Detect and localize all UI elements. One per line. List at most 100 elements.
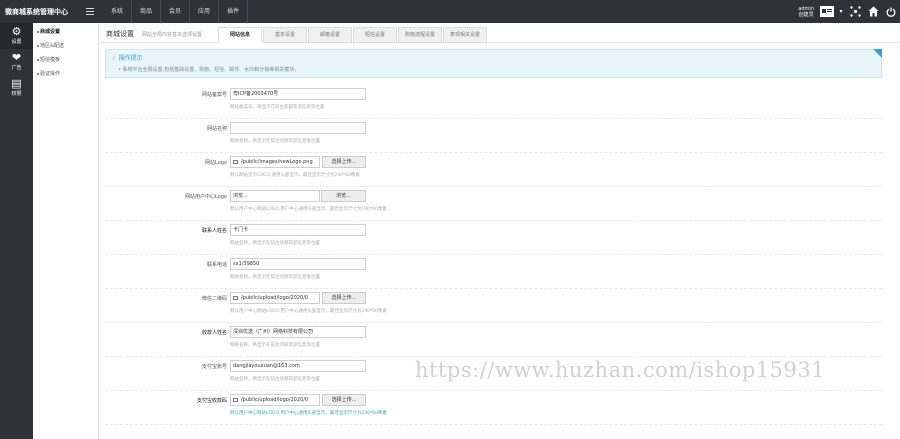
icp-input[interactable]: 粤ICP备2003470号 <box>230 88 366 100</box>
tip-text: • 系统平台全局设置,包括基础设置、购物、短信、邮件、水印和分销等相关模块。 <box>118 67 300 73</box>
field-help: 网站名称，将显示在前台顶部欢迎信息等位置 <box>230 275 320 280</box>
site-logo-path-input[interactable]: /public/images/newLogo.png <box>230 156 320 168</box>
sub-sidebar: 商城设置 地区&配送 短信模板 验证操作 <box>33 23 99 439</box>
field-label: 联系电话 <box>206 262 227 268</box>
sidebar-item-label: 广告 <box>11 65 22 71</box>
nav-item-member[interactable]: 会员 <box>161 0 191 23</box>
upload-wechat-qr-button[interactable]: 选择上传... <box>322 292 366 304</box>
alipay-qr-path-input[interactable]: /public/upload/logo/2020/0 <box>230 394 320 406</box>
sitemap-icon[interactable] <box>846 0 864 23</box>
file-path: /public/upload/logo/2020/0 <box>241 295 309 301</box>
wechat-qr-path-input[interactable]: /public/upload/logo/2020/0 <box>230 292 320 304</box>
field-label: 网站备案号 <box>201 92 227 98</box>
home-icon[interactable] <box>864 0 882 23</box>
tabs-bar: 商城设置 网站全局内容基本选项设置 网站信息 基本设置 邮箱设置 短信设置 购物… <box>99 23 900 43</box>
nav-item-goods[interactable]: 商品 <box>132 0 162 23</box>
tip-heading: ☝ 操作提示 <box>112 53 143 62</box>
sidebar-item-permissions[interactable]: ▤ 权限 <box>0 75 33 101</box>
monitor-icon: ▤ <box>11 77 22 90</box>
file-path: 浏览... <box>233 193 248 199</box>
subnav-label: 地区&配送 <box>40 43 64 49</box>
subnav-item-verify[interactable]: 验证操作 <box>33 67 98 81</box>
tab-site-info[interactable]: 网站信息 <box>218 27 262 43</box>
sidebar-item-label: 权限 <box>11 91 22 97</box>
tab-email-settings[interactable]: 邮箱设置 <box>308 27 352 43</box>
file-path: /public/upload/logo/2020/0 <box>241 397 309 403</box>
avatar-icon[interactable] <box>818 0 836 23</box>
user-info[interactable]: admin 创建员 <box>798 6 814 18</box>
user-role: 创建员 <box>798 11 814 18</box>
top-nav: 系统 商品 会员 应用 插件 <box>103 0 249 23</box>
collapse-corner-icon[interactable] <box>873 49 882 58</box>
field-help: 默认网站首页LOGO,通用头部显示，最佳显示尺寸为240*60像素 <box>230 173 360 178</box>
tip-title: 操作提示 <box>118 55 143 62</box>
form-row-contact-name: 联系人姓名 卡门卡 网站名称，将显示在前台顶部欢迎信息等位置 <box>105 221 882 255</box>
tab-sms-settings[interactable]: 短信设置 <box>353 27 397 43</box>
form-row-phone: 联系电话 sx1/39850 网站名称，将显示在前台顶部欢迎信息等位置 <box>105 255 882 289</box>
heart-icon: ❤ <box>11 51 22 64</box>
field-help: 网站名称，将显示在前台顶部欢迎信息等位置 <box>230 377 320 382</box>
subnav-item-sms-templates[interactable]: 短信模板 <box>33 53 98 67</box>
subnav-label: 验证操作 <box>40 71 61 77</box>
field-help: 默认用户中心网站LOGO,用户中心通用头部显示，最佳显示尺寸为240*60像素 <box>230 411 387 416</box>
site-name-input[interactable] <box>230 122 366 134</box>
sidebar-item-settings[interactable]: ⚙ 设置 <box>0 23 33 49</box>
watermark: https://www.huzhan.com/ishop15931 <box>415 358 826 382</box>
tip-box: ☝ 操作提示 • 系统平台全局设置,包括基础设置、购物、短信、邮件、水印和分销等相… <box>105 49 882 78</box>
field-label: 联系人姓名 <box>201 228 227 234</box>
field-help: 网站备案号，将显示在前台底部欢迎信息等位置 <box>230 105 325 110</box>
top-right-tools: admin 创建员 ▾ <box>798 0 900 23</box>
form-row-payee-name: 收款人姓名 深圳优选（广州）网络科技有限公司 网站名称，将显示在前台顶部欢迎信息… <box>105 323 882 357</box>
file-path: /public/images/newLogo.png <box>241 159 313 165</box>
contact-name-input[interactable]: 卡门卡 <box>230 224 366 236</box>
top-bar: 微商城系统管理中心 系统 商品 会员 应用 插件 admin 创建员 ▾ <box>0 0 900 23</box>
image-icon <box>233 159 238 164</box>
payee-name-input[interactable]: 深圳优选（广州）网络科技有限公司 <box>230 326 366 338</box>
chevron-down-icon[interactable]: ▾ <box>836 0 846 23</box>
field-label: 收款人姓名 <box>201 330 227 336</box>
field-label: 微信二维码 <box>201 296 227 302</box>
upload-logo-button[interactable]: 选择上传... <box>322 156 366 168</box>
upload-alipay-qr-button[interactable]: 选择上传... <box>322 394 366 406</box>
subnav-label: 商城设置 <box>40 29 61 35</box>
nav-item-apps[interactable]: 应用 <box>190 0 220 23</box>
image-icon <box>233 397 238 402</box>
browse-button[interactable]: 浏览... <box>321 190 366 202</box>
field-help: 默认用户中心网站LOGO,用户中心通用头部显示，最佳显示尺寸为240*60像素 <box>230 309 387 314</box>
image-icon <box>233 295 238 300</box>
form-row-wechat-qr: 微信二维码 /public/upload/logo/2020/0 选择上传...… <box>105 289 882 323</box>
form-row-user-center-logo: 网站用户中心Logo 浏览... 浏览... 默认用户中心网站LOGO,用户中心… <box>105 187 882 221</box>
form-row-site-logo: 网站Logo /public/images/newLogo.png 选择上传..… <box>105 153 882 187</box>
form-row-icp: 网站备案号 粤ICP备2003470号 网站备案号，将显示在前台底部欢迎信息等位… <box>105 85 882 119</box>
field-label: 网站Logo <box>205 160 227 166</box>
tabs: 网站信息 基本设置 邮箱设置 短信设置 购物流程设置 表现相关设置 <box>218 27 488 43</box>
tab-checkout-settings[interactable]: 购物流程设置 <box>398 27 442 43</box>
form-row-site-name: 网站名称 网站名称，将显示在前台顶部欢迎信息等位置 <box>105 119 882 153</box>
page-title: 商城设置 <box>106 30 134 38</box>
field-label: 网站用户中心Logo <box>185 194 227 200</box>
power-icon[interactable] <box>882 0 900 23</box>
field-help: 默认用户中心网站LOGO,用户中心通用头部显示，最佳显示尺寸为180*60像素 <box>230 207 387 212</box>
nav-item-system[interactable]: 系统 <box>103 0 133 23</box>
form-row-alipay-qr: 支付宝收款码 /public/upload/logo/2020/0 选择上传..… <box>105 391 882 425</box>
sidebar-item-ads[interactable]: ❤ 广告 <box>0 49 33 75</box>
subnav-item-region-shipping[interactable]: 地区&配送 <box>33 39 98 53</box>
user-name: admin <box>798 5 814 12</box>
subnav-item-mall-settings[interactable]: 商城设置 <box>33 25 98 39</box>
subnav-label: 短信模板 <box>40 57 61 63</box>
alipay-account-input[interactable]: dangjiayouxuan@163.com <box>230 360 366 372</box>
pointer-icon: ☝ <box>112 55 116 62</box>
field-help: 网站名称，将显示在前台顶部欢迎信息等位置 <box>230 139 320 144</box>
sidebar-item-label: 设置 <box>11 39 22 45</box>
page-subtitle: 网站全局内容基本选项设置 <box>142 32 203 38</box>
field-label: 支付宝账号 <box>201 364 227 370</box>
tab-basic-settings[interactable]: 基本设置 <box>263 27 307 43</box>
user-center-logo-input[interactable]: 浏览... <box>230 190 320 202</box>
nav-item-plugins[interactable]: 插件 <box>219 0 249 23</box>
field-label: 支付宝收款码 <box>196 398 227 404</box>
phone-input[interactable]: sx1/39850 <box>230 258 366 270</box>
gear-icon: ⚙ <box>11 25 22 38</box>
field-help: 网站名称，将显示在前台顶部欢迎信息等位置 <box>230 241 320 246</box>
menu-icon[interactable] <box>86 8 94 15</box>
tab-display-settings[interactable]: 表现相关设置 <box>443 27 487 43</box>
